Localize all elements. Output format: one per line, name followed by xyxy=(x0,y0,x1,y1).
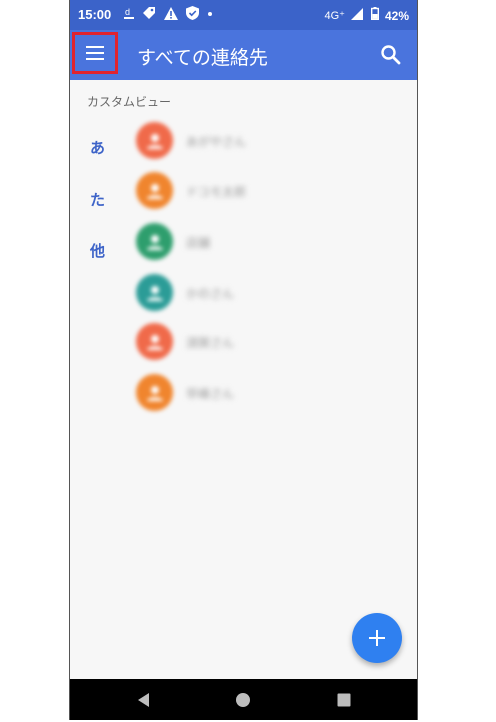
notification-icons: d xyxy=(124,6,213,24)
section-label: カスタムビュー xyxy=(87,95,172,109)
contact-name: かのさん xyxy=(186,287,235,301)
contact-item[interactable]: 店舗 xyxy=(136,223,396,263)
avatar xyxy=(136,323,173,360)
contact-item[interactable]: ドコモ太郎 xyxy=(136,172,396,212)
battery-level: 42% xyxy=(384,8,409,23)
network-type: 4G⁺ xyxy=(324,9,345,22)
app-bar: すべての連絡先 xyxy=(70,30,417,80)
contact-name: 須賀さん xyxy=(186,336,235,350)
warning-icon xyxy=(164,6,178,24)
recents-button[interactable] xyxy=(335,691,353,709)
contact-name: 店舗 xyxy=(186,236,211,250)
avatar xyxy=(136,274,173,311)
back-triangle-icon xyxy=(138,693,149,707)
index-letter: 他 xyxy=(90,242,106,260)
search-icon xyxy=(381,45,401,65)
svg-text:d: d xyxy=(125,7,130,17)
phone-screen: 15:00 d 4G⁺ 42% すべての連絡先 カスタムビュー あ た 他 あが… xyxy=(69,0,418,720)
home-button[interactable] xyxy=(234,691,252,709)
avatar xyxy=(136,122,173,159)
person-icon xyxy=(146,285,163,301)
plus-icon xyxy=(369,630,385,646)
contact-name: あがやさん xyxy=(186,135,247,149)
index-letter: あ xyxy=(90,139,106,157)
battery-icon xyxy=(370,7,379,24)
contact-item[interactable]: 須賀さん xyxy=(136,323,396,363)
shield-icon xyxy=(186,6,199,24)
person-icon xyxy=(146,133,163,149)
person-icon xyxy=(146,234,163,250)
status-time: 15:00 xyxy=(78,7,112,22)
person-icon xyxy=(146,183,163,199)
contact-item[interactable]: 早峰さん xyxy=(136,374,396,414)
dot-icon xyxy=(207,6,213,24)
avatar xyxy=(136,223,173,260)
contact-item[interactable]: あがやさん xyxy=(136,122,396,162)
avatar xyxy=(136,374,173,411)
search-button[interactable] xyxy=(379,43,403,67)
menu-button[interactable] xyxy=(72,32,118,74)
status-right: 4G⁺ 42% xyxy=(324,7,409,24)
page-title: すべての連絡先 xyxy=(137,47,268,69)
add-contact-button[interactable] xyxy=(352,613,402,663)
home-circle-icon xyxy=(236,693,250,707)
tag-icon xyxy=(142,6,156,24)
contact-name: ドコモ太郎 xyxy=(186,185,247,199)
hamburger-icon xyxy=(86,46,104,60)
signal-icon xyxy=(350,7,365,24)
navigation-bar xyxy=(70,679,417,720)
recents-square-icon xyxy=(337,693,351,707)
status-bar: 15:00 d 4G⁺ 42% xyxy=(70,0,417,30)
contact-name: 早峰さん xyxy=(186,387,235,401)
docomo-icon: d xyxy=(124,6,134,24)
person-icon xyxy=(146,385,163,401)
back-button[interactable] xyxy=(135,691,153,709)
person-icon xyxy=(146,334,163,350)
avatar xyxy=(136,172,173,209)
index-letter: た xyxy=(90,191,106,209)
contact-item[interactable]: かのさん xyxy=(136,274,396,314)
